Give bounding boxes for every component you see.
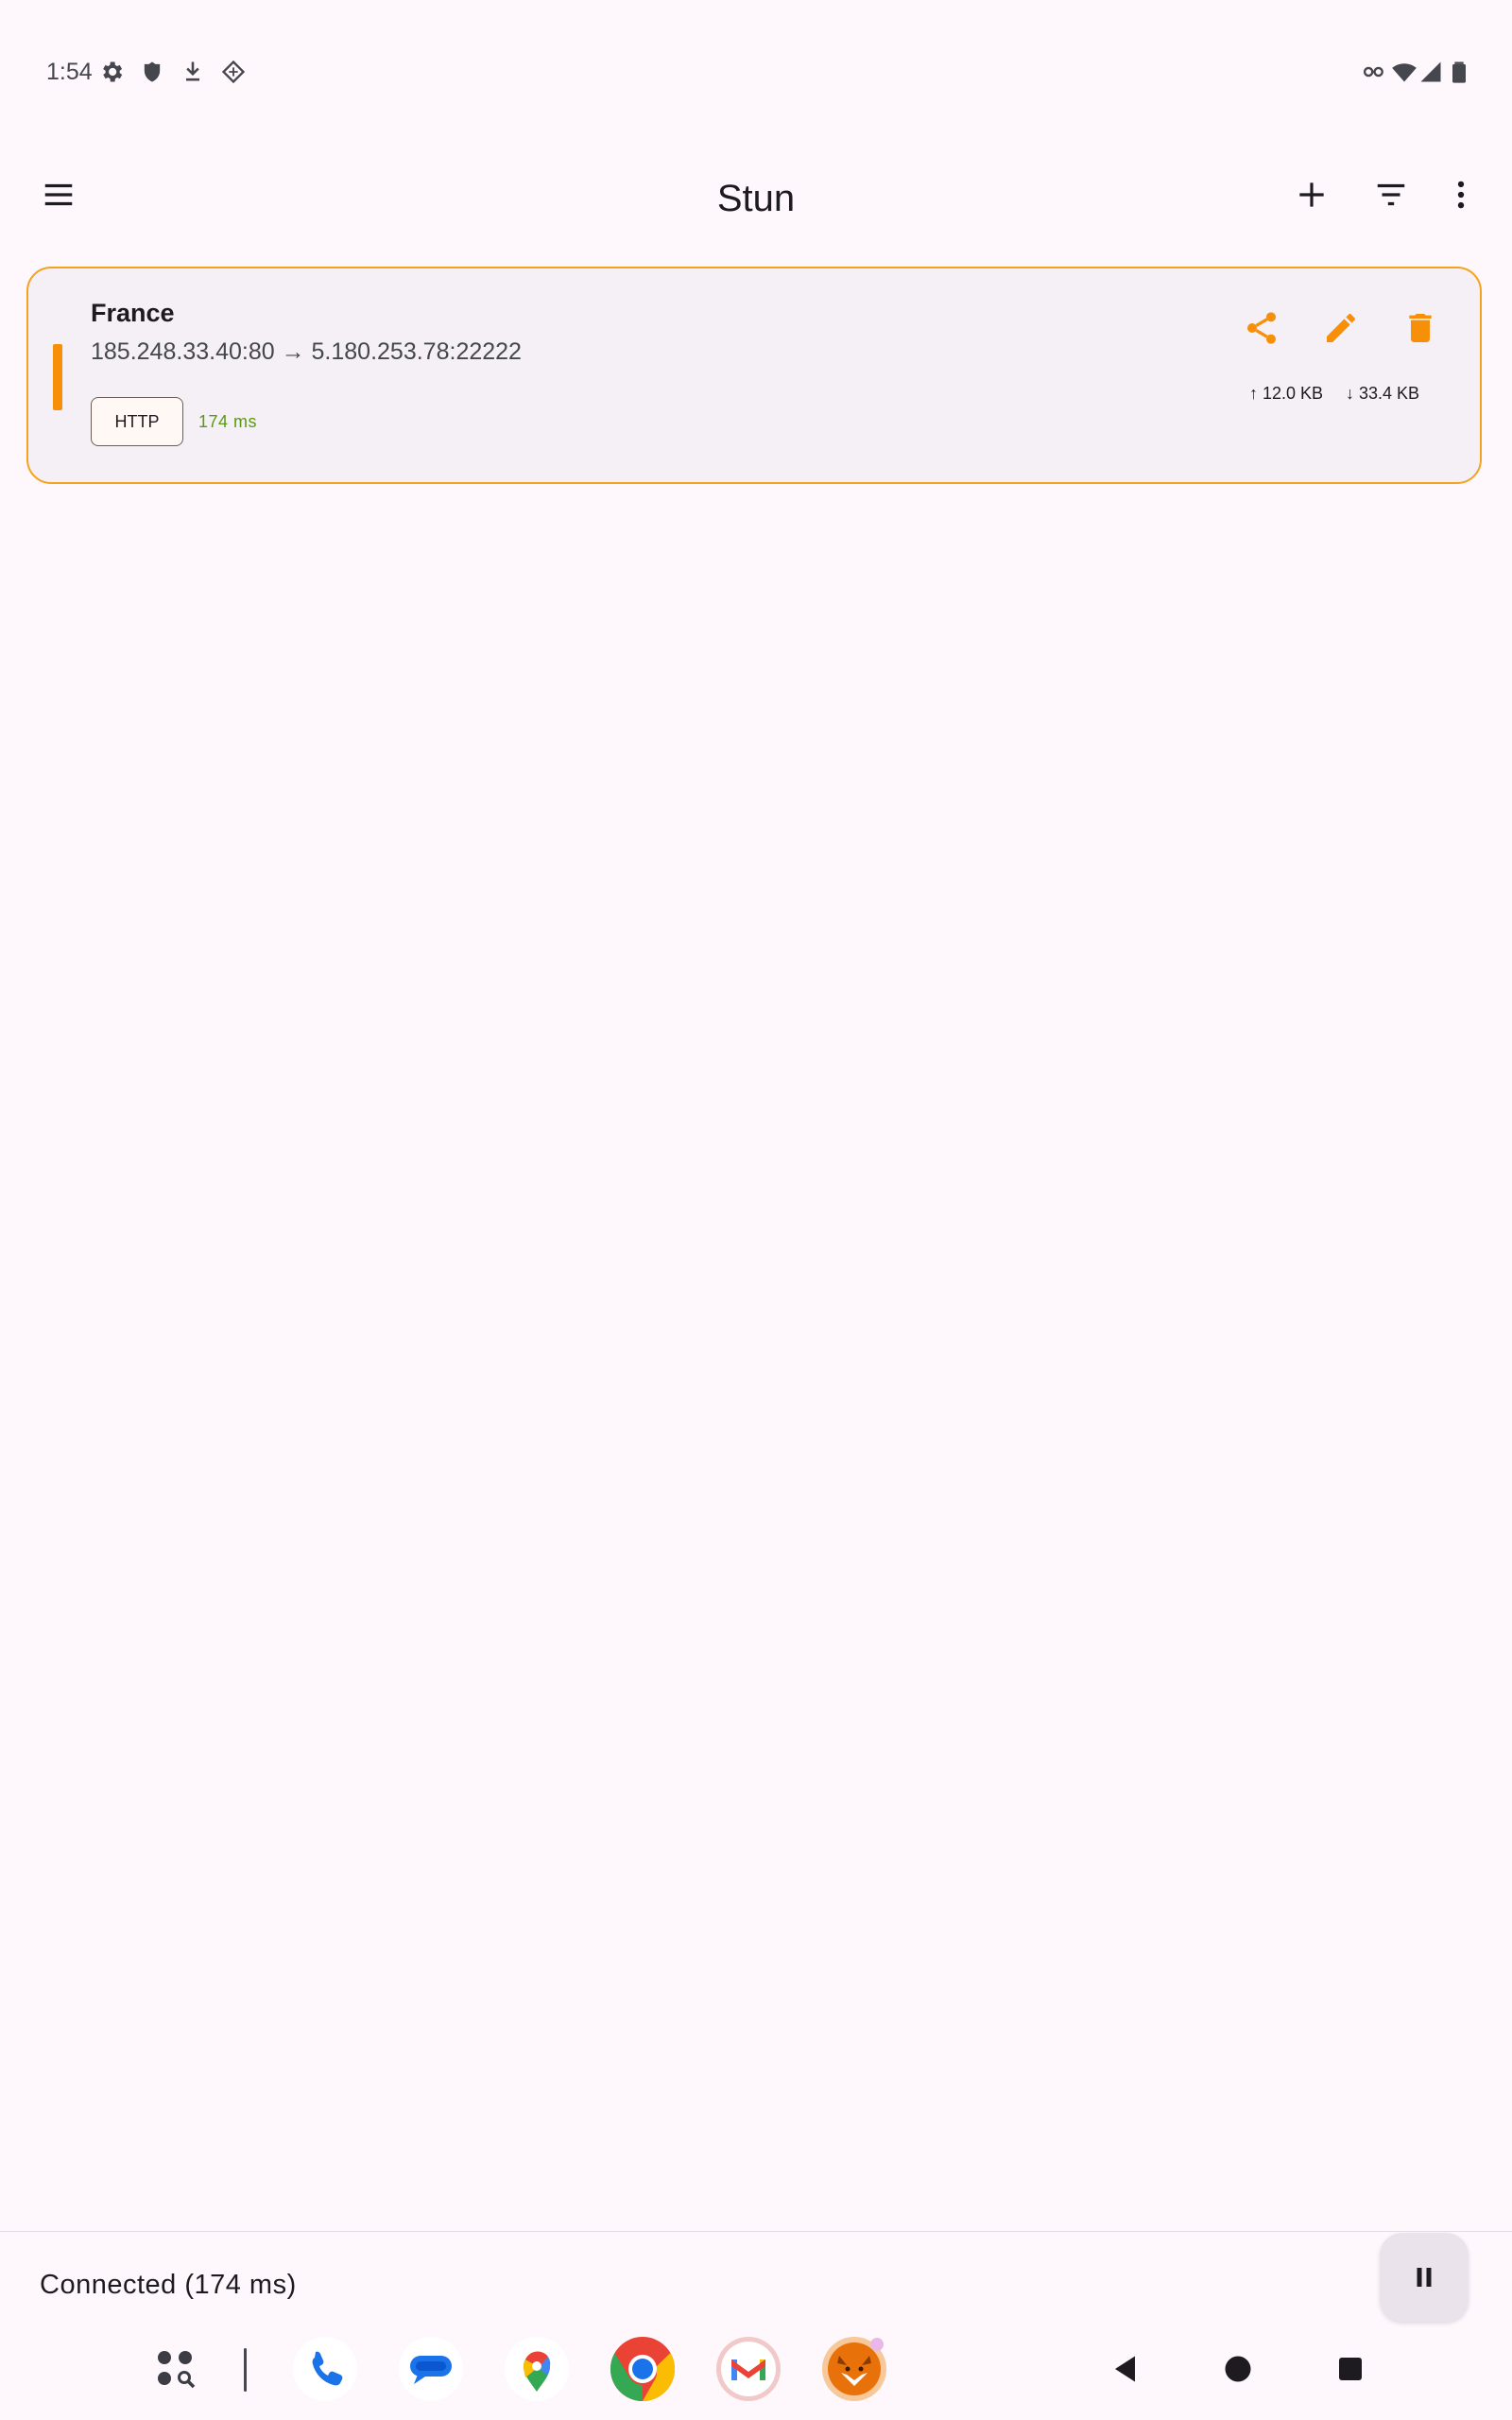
share-icon[interactable] <box>1238 304 1285 352</box>
system-status-bar: 1:54 <box>0 0 1512 147</box>
delete-icon[interactable] <box>1397 304 1444 352</box>
wifi-icon <box>1391 59 1418 85</box>
gmail-app-icon[interactable] <box>714 2335 782 2403</box>
messages-app-icon[interactable] <box>397 2335 465 2403</box>
pause-icon <box>1417 2268 1432 2287</box>
back-icon[interactable] <box>1100 2342 1153 2395</box>
vpn-key-icon <box>1361 59 1387 85</box>
battery-icon <box>1446 59 1472 85</box>
profile-name: France <box>91 299 175 327</box>
cell-signal-icon <box>1418 59 1444 85</box>
taskbar-divider <box>244 2348 247 2392</box>
download-traffic: ↓ 33.4 KB <box>1346 384 1420 403</box>
protocol-chip: HTTP <box>91 397 183 446</box>
top-app-bar: Stun <box>0 161 1512 246</box>
filter-icon[interactable] <box>1357 161 1425 229</box>
connection-status-bar: Connected (174 ms) <box>0 2231 1512 2336</box>
phone-app-icon[interactable] <box>291 2335 359 2403</box>
recents-icon[interactable] <box>1324 2342 1377 2395</box>
diamond-icon <box>220 59 247 85</box>
profile-card[interactable]: France 185.248.33.40:80 → 5.180.253.78:2… <box>26 267 1482 484</box>
home-icon[interactable] <box>1211 2342 1264 2395</box>
connection-status: Connected (174 ms) <box>40 2270 297 2300</box>
fox-app-icon[interactable] <box>820 2335 888 2403</box>
add-icon[interactable] <box>1278 161 1346 229</box>
profile-route: 185.248.33.40:80 → 5.180.253.78:22222 <box>91 338 522 365</box>
pause-button[interactable] <box>1380 2233 1469 2322</box>
more-vert-icon[interactable] <box>1427 161 1495 229</box>
settings-icon <box>98 59 125 85</box>
shield-icon <box>139 59 165 85</box>
edit-icon[interactable] <box>1317 304 1365 352</box>
maps-app-icon[interactable] <box>503 2335 571 2403</box>
status-time: 1:54 <box>46 59 93 85</box>
upload-traffic: ↑ 12.0 KB <box>1249 384 1324 403</box>
all-apps-search-icon[interactable] <box>144 2335 212 2403</box>
download-arrow-icon <box>180 59 206 85</box>
taskbar <box>0 2335 1512 2420</box>
active-indicator <box>53 344 62 410</box>
chrome-app-icon[interactable] <box>609 2335 677 2403</box>
latency-label: 174 ms <box>198 412 258 431</box>
